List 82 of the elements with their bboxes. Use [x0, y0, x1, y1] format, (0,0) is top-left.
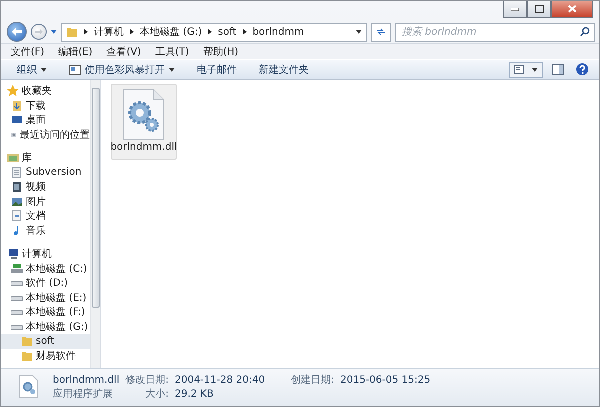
breadcrumb-arrow-icon — [208, 29, 212, 35]
star-icon — [7, 85, 19, 98]
file-name: borlndmm.dll — [53, 374, 120, 386]
pane-icon — [552, 64, 564, 75]
nav-section[interactable]: 收藏夹 — [1, 84, 90, 98]
caret-icon — [41, 68, 47, 72]
preview-pane-button[interactable] — [549, 62, 567, 78]
nav-item[interactable]: 本地磁盘 (F:) — [1, 305, 90, 320]
app-icon — [69, 64, 81, 74]
nav-item[interactable]: 音乐 — [1, 224, 90, 238]
maximize-button[interactable] — [527, 1, 551, 18]
search-field[interactable]: 搜索 borlndmm — [395, 22, 595, 42]
minimize-icon — [511, 8, 519, 10]
nav-item[interactable]: 本地磁盘 (E:) — [1, 290, 90, 305]
nav-item[interactable]: 软件 (D:) — [1, 276, 90, 290]
nav-section[interactable]: 库 — [1, 151, 90, 166]
nav-item[interactable]: Subversion — [1, 166, 90, 180]
nav-item[interactable]: 本地磁盘 (C:) — [1, 262, 90, 276]
help-icon — [576, 63, 588, 76]
detail-label: 大小: — [144, 388, 169, 401]
caret-icon — [356, 30, 362, 34]
nav-item[interactable]: 最近访问的位置 — [1, 128, 90, 142]
sysdrive-icon — [11, 262, 23, 275]
nav-section[interactable]: 计算机 — [1, 247, 90, 262]
nav-item[interactable]: 文档 — [1, 209, 90, 224]
menu-item[interactable]: 帮助(H) — [203, 44, 239, 58]
nav-item[interactable]: 视频 — [1, 180, 90, 194]
view-icon — [514, 65, 524, 74]
detail-label: 创建日期: — [290, 374, 334, 387]
download-icon — [11, 100, 23, 112]
detail-label: 修改日期: — [126, 374, 169, 387]
back-button[interactable] — [7, 22, 27, 42]
search-icon — [580, 26, 590, 36]
breadcrumb[interactable]: 本地磁盘 (G:) — [140, 25, 202, 39]
detail-value: 29.2 KB — [174, 388, 215, 400]
picture-icon — [11, 196, 23, 208]
refresh-button[interactable] — [371, 22, 391, 42]
restore-icon — [534, 5, 544, 13]
breadcrumb-arrow-icon — [130, 29, 134, 35]
breadcrumb-arrow-icon — [84, 29, 88, 35]
menu-item[interactable]: 文件(F) — [11, 44, 45, 58]
breadcrumb-arrow-icon — [242, 29, 247, 35]
toolbar-button[interactable]: 新建文件夹 — [251, 60, 317, 78]
nav-item[interactable]: 图片 — [1, 194, 90, 209]
refresh-icon — [376, 28, 386, 36]
video-icon — [11, 181, 23, 194]
toolbar-button[interactable]: 电子邮件 — [189, 60, 245, 78]
folder-icon — [21, 350, 33, 362]
minimize-button[interactable] — [503, 1, 527, 18]
breadcrumb[interactable]: soft — [218, 26, 237, 38]
nav-item[interactable]: soft — [1, 334, 90, 348]
detail-value: 2004-11-28 20:40 — [174, 374, 266, 386]
history-dropdown-icon[interactable] — [51, 30, 57, 34]
menu-item[interactable]: 编辑(E) — [58, 44, 93, 58]
breadcrumb[interactable]: 计算机 — [94, 25, 124, 39]
scrollbar[interactable] — [90, 80, 100, 368]
view-button[interactable] — [509, 62, 543, 78]
computer-icon — [7, 248, 19, 260]
folder-icon — [66, 26, 78, 38]
toolbar-button[interactable]: 组织 — [9, 60, 55, 78]
file-type: 应用程序扩展 — [53, 388, 114, 401]
breadcrumb[interactable]: borlndmm — [252, 26, 304, 38]
address-bar[interactable]: 计算机 本地磁盘 (G:) soft borlndmm — [61, 22, 367, 42]
nav-item[interactable]: 财易软件 — [1, 348, 90, 363]
close-button[interactable] — [551, 1, 593, 18]
forward-arrow-icon — [35, 29, 43, 35]
nav-item[interactable]: 下载 — [1, 98, 90, 113]
nav-item[interactable]: 本地磁盘 (G:) — [1, 320, 90, 334]
library-icon — [7, 152, 19, 164]
detail-value: 2015-06-05 15:25 — [340, 374, 432, 386]
nav-item[interactable]: 桌面 — [1, 113, 90, 128]
doc-icon — [11, 210, 23, 222]
caret-icon — [169, 68, 175, 72]
back-arrow-icon — [12, 28, 22, 36]
toolbar-button[interactable]: 使用色彩风暴打开 — [61, 60, 183, 78]
close-icon — [568, 5, 576, 13]
folder-icon — [21, 335, 33, 348]
file-item[interactable]: borlndmm.dll — [111, 84, 177, 160]
forward-button[interactable] — [31, 24, 47, 40]
menu-item[interactable]: 工具(T) — [155, 44, 190, 58]
menu-item[interactable]: 查看(V) — [106, 44, 142, 58]
caret-icon — [532, 68, 538, 72]
